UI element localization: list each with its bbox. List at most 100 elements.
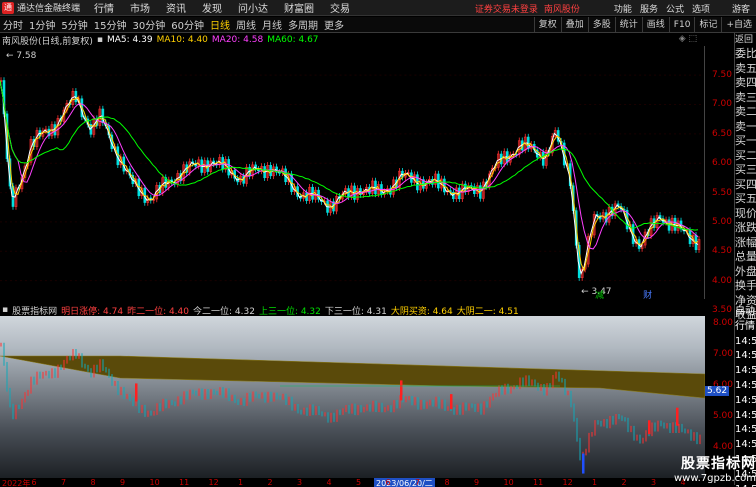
period-tab-multi[interactable]: 多周期 (288, 17, 318, 32)
period-tab-daily[interactable]: 日线 (210, 17, 230, 32)
date-tick-label: 2 (267, 478, 273, 487)
menu-service[interactable]: 服务 (640, 2, 658, 15)
app-logo-icon: 通 (2, 1, 14, 14)
date-tick-label: 1 (238, 478, 244, 487)
sub-indicator-value: 今二一位: 4.32 (193, 306, 255, 317)
date-tick-label: 11 (533, 478, 544, 487)
menu-trade[interactable]: 交易 (330, 0, 350, 15)
menu-wealth[interactable]: 财富圈 (284, 0, 314, 15)
quote-row-label: 买一 (735, 134, 756, 147)
menu-formula[interactable]: 公式 (666, 2, 684, 15)
date-tick-label: 9 (120, 478, 126, 487)
menu-quotes[interactable]: 行情 (94, 0, 114, 15)
signal-bar (676, 407, 679, 426)
watermark-url: www.7gpzb.com (674, 473, 756, 484)
period-tab-1min[interactable]: 1分钟 (29, 17, 55, 32)
price-tick-label: 5.00 (711, 217, 732, 227)
tool-f10[interactable]: F10 (668, 17, 695, 33)
resistance-band (0, 355, 705, 399)
date-tick-label: 6 (31, 478, 37, 487)
quote-row-label: 总量 (735, 250, 756, 263)
tool-add-watchlist[interactable]: +自选 (721, 17, 756, 33)
main-candlestick-chart[interactable]: ← 7.58← 3.47减财 (0, 46, 705, 299)
price-tick-label: 6.50 (711, 128, 732, 139)
price-tick-label: 5.50 (711, 187, 732, 198)
tool-overlay[interactable]: 叠加 (560, 17, 588, 33)
sub-settings-icon[interactable]: ▪ (2, 305, 8, 315)
ma-info-bar: 南风股份(日线,前复权) ▪ MA5: 4.39 MA10: 4.40 MA20… (0, 34, 705, 47)
quote-row-label: 卖一 (735, 119, 756, 133)
menu-function[interactable]: 功能 (614, 2, 632, 15)
quote-row-label: 卖三 (735, 90, 756, 104)
tool-draw[interactable]: 画线 (641, 17, 669, 33)
tool-stats[interactable]: 统计 (614, 17, 642, 33)
sub-indicator-chart[interactable] (0, 316, 705, 478)
stock-label: 南风股份(日线,前复权) (2, 36, 93, 47)
price-tick-label: 6.00 (711, 158, 732, 169)
menu-market[interactable]: 市场 (130, 0, 150, 15)
sub-tick-label: 4.00 (712, 442, 733, 452)
date-axis: 2023/06/20/二 2022年 6 7 8 9 10 11 12 1 2 3 4 5 6 7 8 9 10 1… (0, 478, 705, 487)
sub-indicator-value: 上三一位: 4.32 (258, 306, 321, 317)
period-tab-timeshare[interactable]: 分时 (3, 17, 23, 32)
event-marker-cai[interactable]: 财 (643, 289, 652, 299)
login-alert[interactable]: 证券交易未登录 (475, 2, 538, 15)
ma10-value: MA10: 4.40 (156, 35, 208, 45)
date-tick-label: 6 (385, 478, 391, 487)
signal-bar (400, 380, 403, 401)
quote-row-label: 买二 (735, 148, 756, 162)
back-button[interactable]: 返回 (735, 33, 756, 47)
signal-bar (135, 383, 138, 402)
sub-indicator-value: 昨二一位: 4.40 (127, 306, 189, 317)
current-price-marker: 5.62 (705, 386, 730, 396)
date-tick-label: 5 (356, 478, 362, 487)
quote-row-label: 换手 (735, 279, 756, 292)
period-tab-monthly[interactable]: 月线 (262, 17, 282, 32)
sub-indicator-value: 大阴买资: 4.64 (390, 306, 453, 317)
tick-time-row: 14:50 (735, 424, 756, 436)
date-tick-label: 3 (297, 478, 303, 487)
tick-time-row: 14:50 (735, 379, 756, 391)
period-tab-more[interactable]: 更多 (324, 17, 344, 32)
period-tab-15min[interactable]: 15分钟 (94, 17, 127, 32)
tick-time-row: 14:50 (735, 335, 756, 347)
price-tick-label: 7.50 (711, 70, 732, 80)
price-tick-label: 4.50 (711, 246, 732, 257)
price-tick-label: 4.00 (711, 275, 732, 286)
tool-adjust[interactable]: 复权 (533, 17, 561, 33)
ma5-value: MA5: 4.39 (107, 35, 153, 45)
period-tab-5min[interactable]: 5分钟 (61, 17, 87, 32)
sub-tick-label: 8.00 (712, 318, 733, 328)
date-tick-label: 11 (179, 478, 190, 487)
settings-icon[interactable]: ▪ (97, 35, 103, 45)
ma10-line (0, 80, 699, 272)
signal-bar (582, 453, 585, 474)
tool-mark[interactable]: 标记 (694, 17, 721, 33)
period-tab-weekly[interactable]: 周线 (236, 17, 256, 32)
menu-ask[interactable]: 问小达 (238, 0, 268, 15)
date-tick-label: 8 (90, 478, 96, 487)
menu-options[interactable]: 选项 (692, 2, 710, 15)
menu-discover[interactable]: 发现 (202, 0, 222, 15)
current-stock-name: 南风股份 (543, 4, 580, 15)
period-tab-30min[interactable]: 30分钟 (132, 17, 165, 32)
tick-time-row: 14:50 (735, 439, 756, 451)
sub-indicator-value: 明日涨停: 4.74 (61, 306, 124, 317)
date-tick-label: 4 (326, 478, 332, 487)
quote-row-label: 买四 (735, 177, 756, 191)
date-tick-label: 8 (444, 478, 450, 487)
selected-date: 2023/06/20/二 (374, 478, 435, 487)
menu-news[interactable]: 资讯 (166, 0, 186, 15)
date-tick-label: 9 (474, 478, 480, 487)
date-tick-label: 12 (208, 478, 219, 487)
quote-row-label: 委比 (735, 47, 756, 60)
guest-label[interactable]: 游客 (732, 2, 750, 15)
quote-row-label: 涨跌 (735, 221, 756, 234)
signal-bar (450, 394, 453, 410)
window-controls[interactable]: ◈ ⬚ (679, 34, 697, 44)
sub-tick-label: 5.00 (712, 411, 733, 421)
event-marker-jian[interactable]: 减 (595, 289, 604, 299)
tick-time-row: 14:50 (735, 394, 756, 406)
period-tab-60min[interactable]: 60分钟 (171, 17, 204, 32)
tool-multi-stock[interactable]: 多股 (587, 17, 615, 33)
